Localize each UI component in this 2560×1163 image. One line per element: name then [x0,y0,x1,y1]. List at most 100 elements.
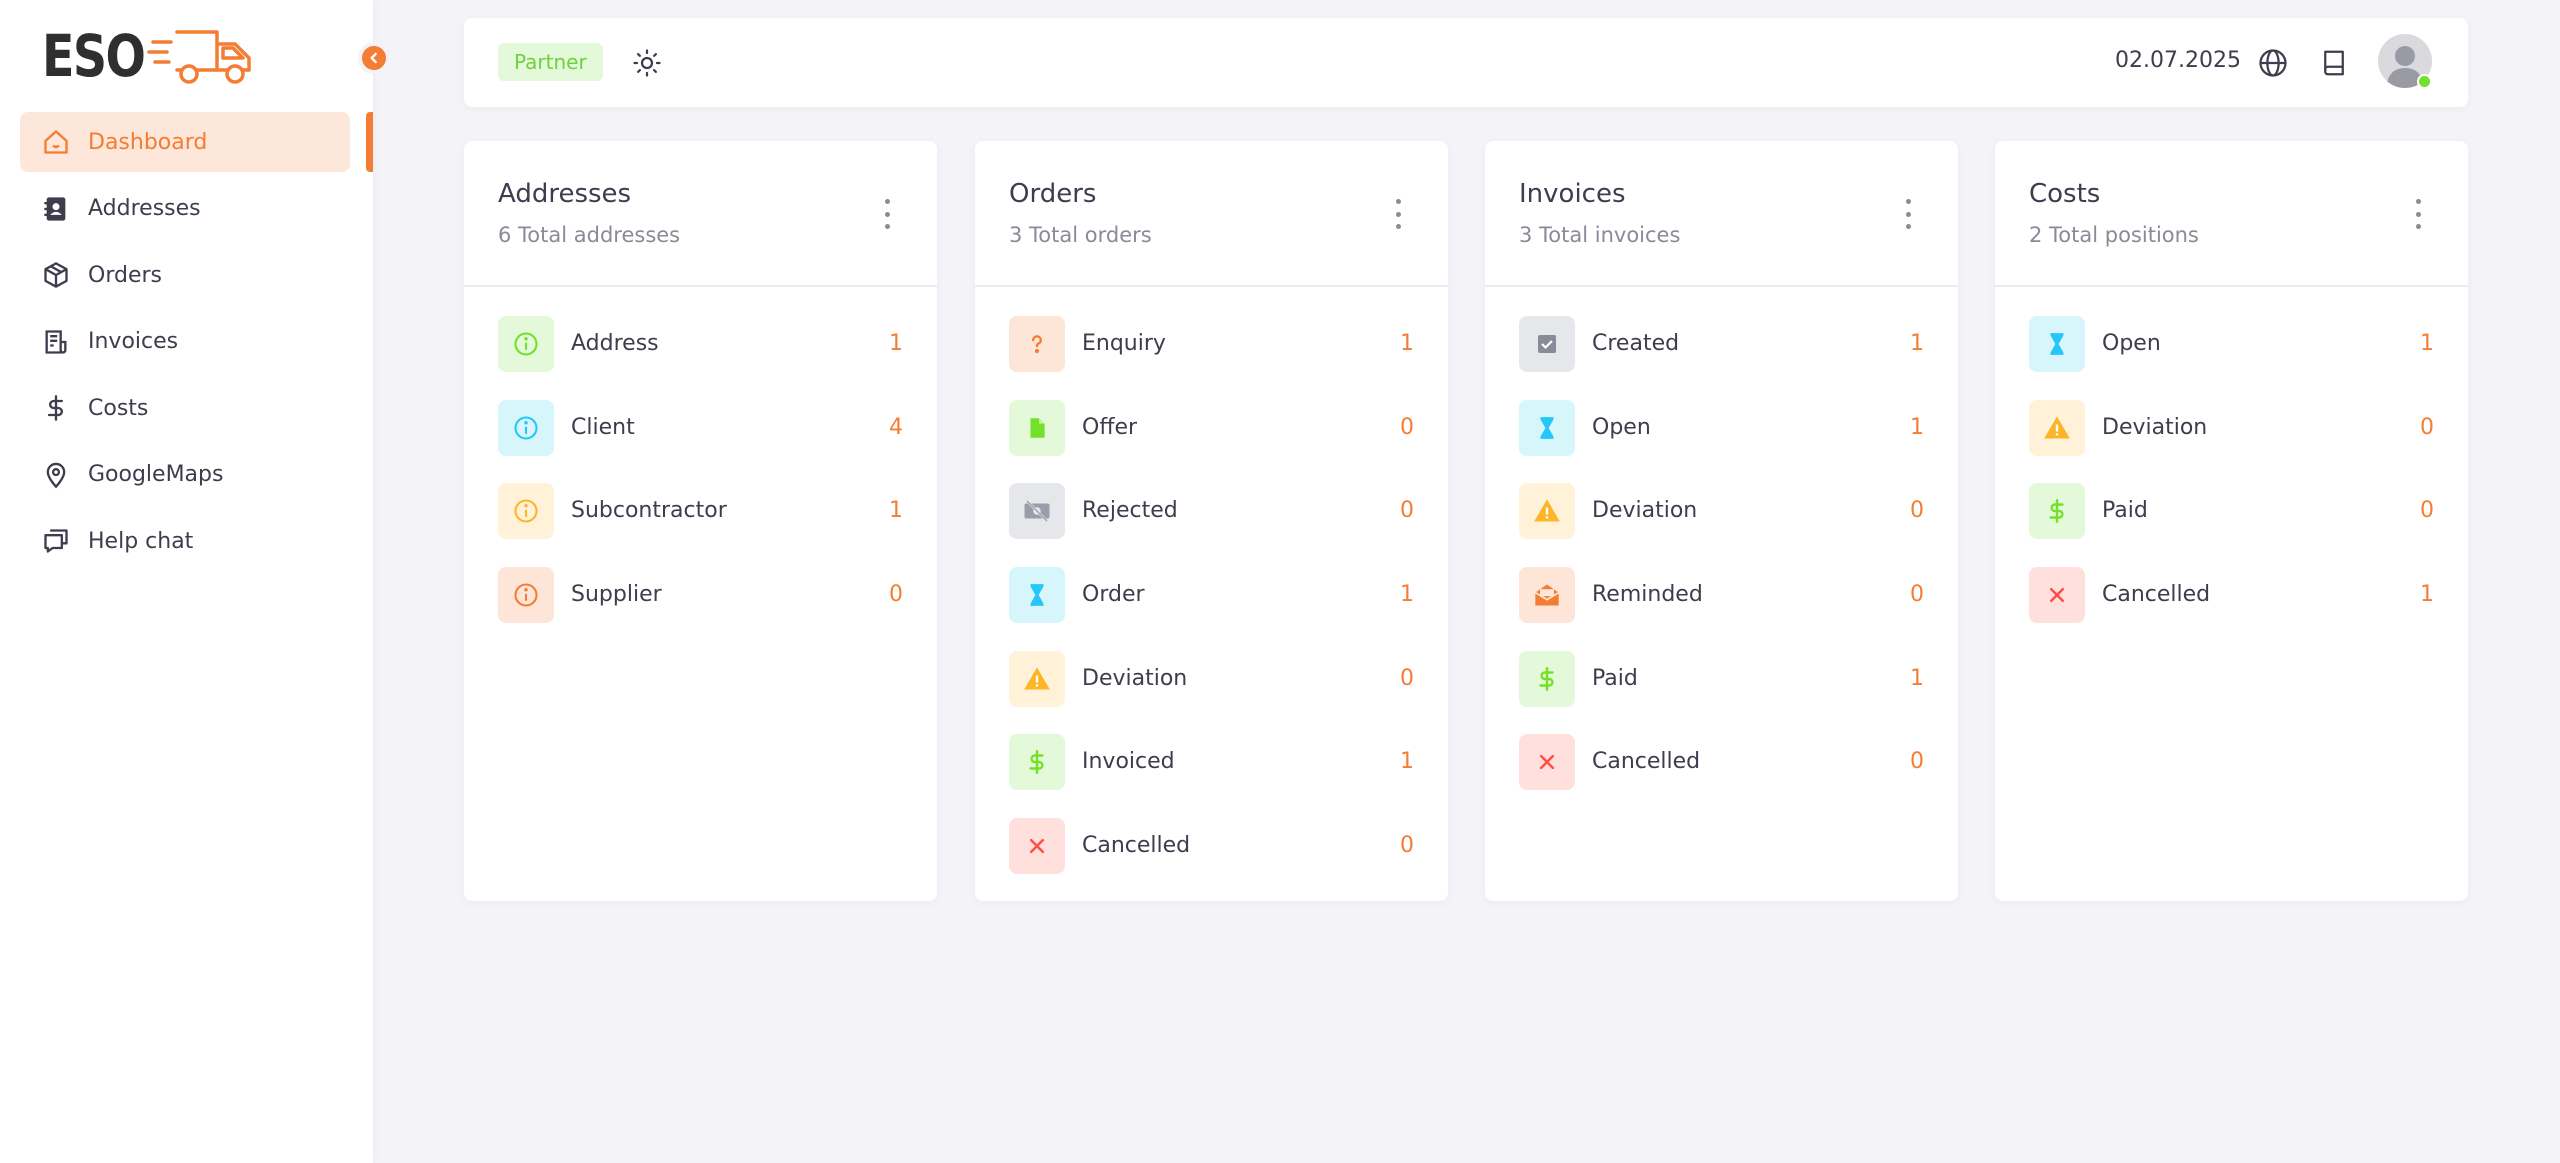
theme-toggle-button[interactable] [630,46,664,80]
checkbox-icon [1519,316,1575,372]
invoices-card: Invoices 3 Total invoices Created 1 Open… [1485,141,1958,901]
sidebar-item-costs[interactable]: Costs [20,378,350,438]
row-label: Supplier [571,582,662,608]
invoice-icon [42,328,70,356]
card-subtitle: 3 Total orders [1009,223,1152,247]
card-header: Costs 2 Total positions [1995,141,2468,287]
close-icon [1009,818,1065,875]
row-count: 4 [889,414,903,440]
dollar-icon [1519,650,1575,707]
sidebar-item-label: Help chat [88,528,194,554]
hourglass-icon [1009,567,1065,624]
more-options-icon[interactable] [2412,199,2424,229]
stat-row[interactable]: Offer 0 [975,399,1448,456]
more-options-icon[interactable] [881,199,893,229]
stat-row[interactable]: Enquiry 1 [975,316,1448,372]
info-icon [498,483,554,540]
role-badge: Partner [498,43,603,81]
docs-button[interactable] [2317,46,2351,80]
row-label: Order [1082,582,1145,608]
close-icon [1519,734,1575,791]
stat-row[interactable]: Rejected 0 [975,483,1448,540]
stat-row[interactable]: Reminded 0 [1485,567,1958,624]
sidebar-item-dashboard[interactable]: Dashboard [20,112,350,172]
sidebar-item-label: GoogleMaps [88,462,224,487]
row-label: Open [1592,414,1651,440]
card-subtitle: 2 Total positions [2029,223,2199,247]
top-bar: Partner 02.07.2025 [464,18,2468,107]
stat-row[interactable]: Cancelled 0 [975,818,1448,875]
card-title: Costs [2029,179,2101,209]
orders-card: Orders 3 Total orders Enquiry 1 Offer 0 … [975,141,1448,901]
stat-row[interactable]: Order 1 [975,567,1448,624]
row-count: 1 [1400,582,1414,608]
sidebar-item-label: Invoices [88,329,179,354]
sidebar-item-addresses[interactable]: Addresses [20,179,350,239]
row-label: Invoiced [1082,749,1175,775]
contacts-book-icon [42,195,70,223]
row-label: Open [2102,331,2161,356]
stat-row[interactable]: Created 1 [1485,316,1958,372]
stat-row[interactable]: Cancelled 1 [1995,567,2468,624]
stat-row[interactable]: Deviation 0 [1995,399,2468,456]
row-count: 0 [1400,665,1414,691]
row-count: 1 [2420,331,2434,356]
row-label: Subcontractor [571,498,727,524]
sidebar-item-googlemaps[interactable]: GoogleMaps [20,445,350,505]
hourglass-icon [1519,399,1575,456]
dollar-icon [1009,734,1065,791]
row-label: Cancelled [1082,833,1191,859]
globe-icon [2259,49,2287,77]
costs-card: Costs 2 Total positions Open 1 Deviation… [1995,141,2468,901]
stat-row[interactable]: Cancelled 0 [1485,734,1958,791]
card-header: Invoices 3 Total invoices [1485,141,1958,287]
card-subtitle: 6 Total addresses [498,223,681,247]
row-count: 0 [889,582,903,608]
map-pin-icon [42,461,70,489]
language-button[interactable] [2256,46,2290,80]
row-count: 0 [1910,498,1924,524]
sidebar-item-label: Addresses [88,196,201,221]
addresses-card: Addresses 6 Total addresses Address 1 Cl… [464,141,937,901]
more-options-icon[interactable] [1392,199,1404,229]
info-icon [498,316,554,372]
row-label: Deviation [2102,414,2208,440]
stat-row[interactable]: Deviation 0 [975,650,1448,707]
stat-row[interactable]: Address 1 [464,316,937,372]
sidebar-item-label: Costs [88,395,149,421]
sidebar-item-invoices[interactable]: Invoices [20,312,350,372]
sidebar-item-help-chat[interactable]: Help chat [20,511,350,571]
warning-icon [1009,650,1065,707]
row-count: 1 [1400,331,1414,356]
stat-row[interactable]: Open 1 [1995,316,2468,372]
stat-row[interactable]: Subcontractor 1 [464,483,937,540]
truck-icon [146,30,251,84]
stat-row[interactable]: Invoiced 1 [975,734,1448,791]
box-icon [42,261,70,289]
row-label: Client [571,414,635,440]
row-count: 0 [1400,833,1414,859]
eso-logo[interactable]: ESO [42,26,257,86]
more-options-icon[interactable] [1902,199,1914,229]
row-label: Cancelled [1592,749,1701,775]
collapse-sidebar-button[interactable] [358,42,390,74]
stat-row[interactable]: Supplier 0 [464,567,937,624]
sidebar-item-orders[interactable]: Orders [20,245,350,305]
stat-row[interactable]: Paid 0 [1995,483,2468,540]
row-count: 1 [1400,749,1414,775]
info-icon [498,567,554,624]
row-count: 0 [1400,498,1414,524]
row-label: Deviation [1082,665,1188,691]
stat-row[interactable]: Open 1 [1485,399,1958,456]
stat-row[interactable]: Client 4 [464,399,937,456]
row-count: 0 [1910,582,1924,608]
row-count: 1 [1910,331,1924,356]
info-icon [498,399,554,456]
card-title: Addresses [498,179,632,209]
row-count: 1 [889,331,903,356]
row-count: 0 [2420,414,2434,440]
stat-row[interactable]: Paid 1 [1485,650,1958,707]
home-icon [42,128,70,156]
stat-row[interactable]: Deviation 0 [1485,483,1958,540]
row-count: 0 [2420,498,2434,524]
